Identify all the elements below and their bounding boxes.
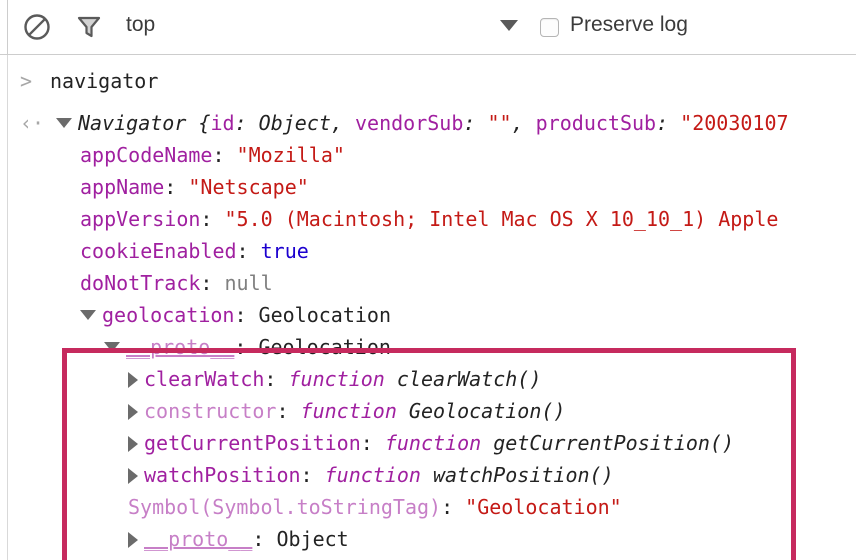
toolbar-left-divider	[7, 0, 8, 55]
input-prompt-icon: >	[20, 65, 32, 97]
token-prop: vendorSub	[355, 111, 463, 135]
token-plain: Geolocation	[259, 303, 391, 327]
console-tree-row-content: cookieEnabled: true	[80, 235, 309, 267]
token-punc: :	[200, 207, 224, 231]
filter-icon[interactable]	[74, 12, 104, 42]
disclosure-triangle-expanded-icon[interactable]	[56, 118, 72, 128]
token-str: "Geolocation"	[465, 495, 622, 519]
token-nullv: null	[225, 271, 273, 295]
disclosure-triangle-expanded-icon[interactable]	[104, 342, 120, 352]
token-prop: doNotTrack	[80, 271, 200, 295]
token-kw-fn: function	[301, 399, 409, 423]
disclosure-triangle-collapsed-icon[interactable]	[128, 468, 138, 484]
token-bool: true	[261, 239, 309, 263]
token-prop: appName	[80, 175, 164, 199]
token-prop: clearWatch	[144, 367, 264, 391]
token-punc: :	[361, 431, 385, 455]
token-fn-name: getCurrentPosition()	[493, 431, 734, 455]
token-kw-fn: function	[289, 367, 397, 391]
token-punc: :	[441, 495, 465, 519]
token-obj-head: ,	[331, 111, 355, 135]
token-prop: watchPosition	[144, 463, 301, 487]
token-obj-head: Navigator	[78, 111, 198, 135]
token-punc: :	[264, 367, 288, 391]
token-kw-fn: function	[385, 431, 493, 455]
token-plain: Geolocation	[258, 335, 390, 359]
token-punc: :	[164, 175, 188, 199]
disclosure-triangle-expanded-icon[interactable]	[80, 310, 96, 320]
token-punc: :	[234, 303, 258, 327]
disclosure-triangle-collapsed-icon[interactable]	[128, 372, 138, 388]
console-tree-row-content: clearWatch: function clearWatch()	[128, 363, 541, 395]
token-str: ""	[487, 111, 511, 135]
preserve-log-label[interactable]: Preserve log	[570, 13, 688, 37]
token-obj-head: :	[463, 111, 487, 135]
token-prop: getCurrentPosition	[144, 431, 361, 455]
console-tree-row-content: Symbol(Symbol.toStringTag): "Geolocation…	[128, 491, 622, 523]
disclosure-triangle-collapsed-icon[interactable]	[128, 532, 138, 548]
output-prompt-icon: ‹·	[20, 107, 44, 139]
disclosure-triangle-collapsed-icon[interactable]	[128, 404, 138, 420]
token-obj-head: Object	[259, 111, 331, 135]
token-plain: Object	[276, 527, 348, 551]
token-proto-name: __proto__	[144, 527, 252, 551]
token-prop: geolocation	[102, 303, 234, 327]
console-output-panel[interactable]: > navigator ‹· Navigator {id: Object, ven…	[0, 55, 856, 560]
token-obj-head: :	[656, 111, 680, 135]
token-proto-name: __proto__	[126, 335, 234, 359]
token-punc: :	[252, 527, 276, 551]
token-prop: productSub	[536, 111, 656, 135]
token-kw-fn: function	[325, 463, 433, 487]
token-prop: appCodeName	[80, 143, 212, 167]
token-punc: :	[212, 143, 236, 167]
token-prop: id	[210, 111, 234, 135]
console-tree-row-content: constructor: function Geolocation()	[128, 395, 565, 427]
token-punc: :	[301, 463, 325, 487]
token-str: "Netscape"	[188, 175, 308, 199]
token-punc: :	[276, 399, 300, 423]
clear-console-icon[interactable]	[22, 12, 52, 42]
token-obj-head: ,	[512, 111, 536, 135]
token-prop-dim: constructor	[144, 399, 276, 423]
token-str: "5.0 (Macintosh; Intel Mac OS X 10_10_1)…	[225, 207, 779, 231]
token-prop: appVersion	[80, 207, 200, 231]
token-prop-dim: Symbol(Symbol.toStringTag)	[128, 495, 441, 519]
console-tree-row-content: appCodeName: "Mozilla"	[80, 139, 345, 171]
console-tree-row-content: appName: "Netscape"	[80, 171, 309, 203]
token-punc: :	[200, 271, 224, 295]
token-punc: :	[234, 335, 258, 359]
console-toolbar: top Preserve log	[0, 0, 856, 55]
token-fn-name: clearWatch()	[397, 367, 542, 391]
console-input-expression: navigator	[50, 65, 158, 97]
token-prop: cookieEnabled	[80, 239, 237, 263]
console-tree-row-content: watchPosition: function watchPosition()	[128, 459, 614, 491]
token-fn-name: watchPosition()	[433, 463, 614, 487]
preserve-log-checkbox[interactable]	[540, 18, 559, 37]
console-left-divider	[7, 55, 8, 560]
execution-context-selector[interactable]: top	[126, 13, 155, 37]
token-str: "20030107	[680, 111, 788, 135]
chevron-down-icon[interactable]	[500, 20, 518, 31]
token-str: "Mozilla"	[237, 143, 345, 167]
console-tree-row-content: getCurrentPosition: function getCurrentP…	[128, 427, 734, 459]
token-fn-name: Geolocation()	[409, 399, 566, 423]
console-tree-row-content: geolocation: Geolocation	[80, 299, 391, 331]
console-tree-row-content: __proto__: Geolocation	[104, 331, 391, 363]
console-tree-row-content: Navigator {id: Object, vendorSub: "", pr…	[56, 107, 789, 139]
token-obj-head: :	[235, 111, 259, 135]
disclosure-triangle-collapsed-icon[interactable]	[128, 436, 138, 452]
console-tree-row-content: __proto__: Object	[128, 523, 349, 555]
token-punc: :	[237, 239, 261, 263]
token-obj-head: {	[198, 111, 210, 135]
console-tree-row-content: doNotTrack: null	[80, 267, 273, 299]
console-tree-row-content: appVersion: "5.0 (Macintosh; Intel Mac O…	[80, 203, 778, 235]
